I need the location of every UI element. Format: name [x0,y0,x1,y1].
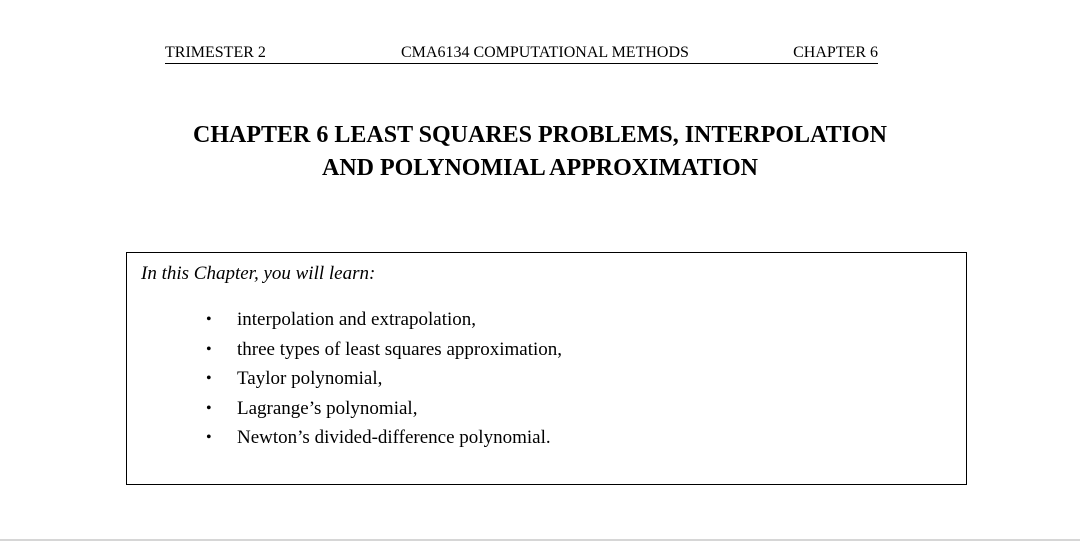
list-item-text: Taylor polynomial, [237,368,383,389]
list-item-text: Lagrange’s polynomial, [237,397,418,419]
header-chapter: CHAPTER 6 [793,44,878,61]
header-trimester: TRIMESTER 2 [165,44,266,61]
running-header: TRIMESTER 2 CMA6134 COMPUTATIONAL METHOD… [165,43,878,64]
bullet-icon: • [206,370,212,387]
chapter-title-line-2: AND POLYNOMIAL APPROXIMATION [321,155,759,181]
bullet-icon: • [206,429,212,446]
header-course: CMA6134 COMPUTATIONAL METHODS [401,44,689,61]
list-item-text: three types of least squares approximati… [237,338,563,360]
list-item-text: interpolation and extrapolation, [237,309,477,330]
objectives-intro: In this Chapter, you will learn: [141,263,376,284]
bullet-icon: • [206,399,212,417]
chapter-title-line-1: CHAPTER 6 LEAST SQUARES PROBLEMS, INTERP… [193,122,887,148]
bullet-icon: • [206,340,212,358]
list-item-text: Newton’s divided-difference polynomial. [237,427,551,448]
document-page: TRIMESTER 2 CMA6134 COMPUTATIONAL METHOD… [0,0,1080,539]
bullet-icon: • [206,311,212,328]
learning-objectives-box: In this Chapter, you will learn: • inter… [126,252,967,485]
chapter-title: CHAPTER 6 LEAST SQUARES PROBLEMS, INTERP… [100,119,980,185]
